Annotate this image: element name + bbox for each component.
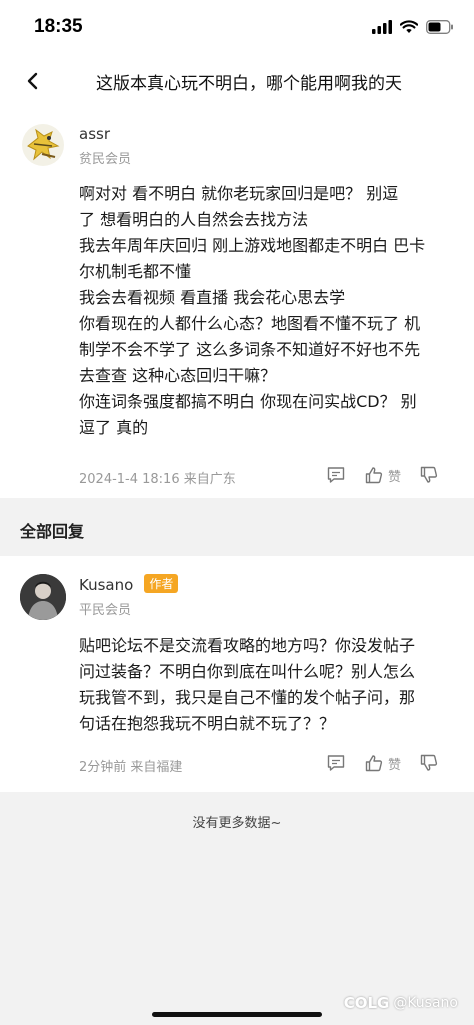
chevron-left-icon xyxy=(27,72,38,90)
reply-line: 贴吧论坛不是交流看攻略的地方吗？你没发帖子 xyxy=(79,636,416,655)
thumbs-down-icon xyxy=(420,466,438,483)
reply-line: 问过装备？不明白你到底在叫什么呢？别人怎么 xyxy=(79,662,416,681)
comment-icon xyxy=(327,467,345,483)
watermark: COLG @Kusano xyxy=(344,994,458,1012)
post-line: 制学不会不学了 这么多词条不知道好不好也不先 xyxy=(79,340,421,359)
post-user-rank: 贫民会员 xyxy=(79,152,132,167)
signal-icon xyxy=(372,20,392,34)
like-button[interactable]: 赞 xyxy=(364,753,401,773)
back-button[interactable] xyxy=(20,68,46,94)
post-content: 啊对对 看不明白 就你老玩家回归是吧？ 别逗 了 想看明白的人自然会去找方法 我… xyxy=(79,181,453,441)
author-badge: 作者 xyxy=(144,574,179,593)
status-bar: 18:35 xyxy=(0,0,474,56)
reply-actions: 赞 xyxy=(326,753,439,773)
wifi-icon xyxy=(400,20,418,33)
post-line: 你连词条强度都搞不明白 你现在问实战CD？ 别 xyxy=(79,392,417,411)
comment-icon xyxy=(327,755,345,771)
original-post: assr 贫民会员 啊对对 看不明白 就你老玩家回归是吧？ 别逗 了 想看明白的… xyxy=(0,106,474,498)
watermark-handle: @Kusano xyxy=(393,995,458,1011)
reply-content: 贴吧论坛不是交流看攻略的地方吗？你没发帖子 问过装备？不明白你到底在叫什么呢？别… xyxy=(79,633,453,737)
post-line: 我去年周年庆回归 刚上游戏地图都走不明白 巴卡 xyxy=(79,236,426,255)
reply-user-rank: 平民会员 xyxy=(79,603,132,618)
reply-line: 句话在抱怨我玩不明白就不玩了？？ xyxy=(79,714,336,733)
status-time: 18:35 xyxy=(34,16,83,37)
thumbs-down-icon xyxy=(420,754,438,771)
like-label: 赞 xyxy=(388,469,402,485)
avatar[interactable] xyxy=(20,574,66,620)
reply-meta: 2分钟前 来自福建 xyxy=(79,760,183,775)
nav-bar: 这版本真心玩不明白，哪个能用啊我的天 xyxy=(0,56,474,106)
page-title: 这版本真心玩不明白，哪个能用啊我的天 xyxy=(96,74,402,94)
reply-user-line: Kusano 作者 xyxy=(79,574,179,594)
post-line: 了 想看明白的人自然会去找方法 xyxy=(79,210,309,229)
reply-item: Kusano 作者 平民会员 贴吧论坛不是交流看攻略的地方吗？你没发帖子 问过装… xyxy=(0,556,474,792)
thumbs-up-icon xyxy=(365,467,383,484)
post-line: 啊对对 看不明白 就你老玩家回归是吧？ 别逗 xyxy=(79,184,399,203)
replies-section-title: 全部回复 xyxy=(20,522,85,541)
like-label: 赞 xyxy=(388,757,402,773)
user-photo-avatar-icon xyxy=(20,574,66,620)
dislike-button[interactable] xyxy=(419,465,439,485)
post-actions: 赞 xyxy=(326,465,439,485)
home-indicator[interactable] xyxy=(152,1012,322,1017)
comment-button[interactable] xyxy=(326,465,346,485)
reply-line: 玩我管不到，我只是自己不懂的发个帖子问，那 xyxy=(79,688,416,707)
like-button[interactable]: 赞 xyxy=(364,465,401,485)
reply-username[interactable]: Kusano xyxy=(79,576,133,594)
post-line: 你看现在的人都什么心态？地图看不懂不玩了 机 xyxy=(79,314,421,333)
post-line: 去查查 这种心态回归干嘛？ xyxy=(79,366,277,385)
battery-icon xyxy=(426,20,453,34)
post-username[interactable]: assr xyxy=(79,125,110,143)
dragon-avatar-icon xyxy=(27,128,60,161)
no-more-data-text: 没有更多数据~ xyxy=(192,816,282,831)
avatar[interactable] xyxy=(22,124,64,166)
post-line: 我会去看视频 看直播 我会花心思去学 xyxy=(79,288,346,307)
comment-button[interactable] xyxy=(326,753,346,773)
colg-logo: COLG xyxy=(343,994,390,1012)
post-meta: 2024-1-4 18:16 来自广东 xyxy=(79,472,236,487)
thumbs-up-icon xyxy=(365,755,383,772)
status-icons xyxy=(372,20,454,34)
post-line: 尔机制毛都不懂 xyxy=(79,262,192,281)
dislike-button[interactable] xyxy=(419,753,439,773)
post-line: 逗了 真的 xyxy=(79,418,149,437)
